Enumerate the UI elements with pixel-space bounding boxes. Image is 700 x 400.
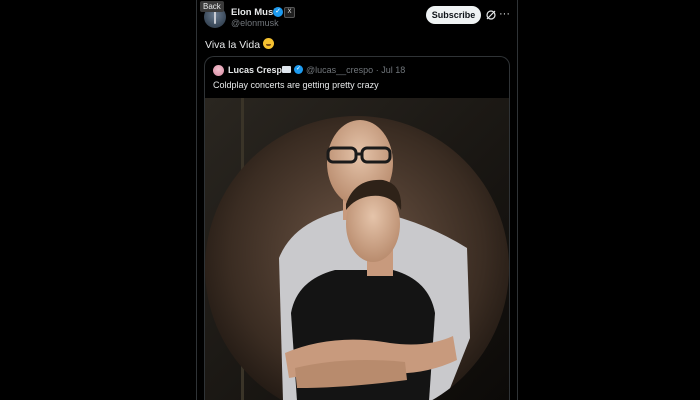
author-handle[interactable]: @elonmusk — [231, 18, 279, 28]
grinning-squinting-face-icon — [263, 38, 275, 49]
more-options-icon[interactable]: ··· — [499, 8, 510, 20]
meta-separator: · — [375, 65, 379, 75]
tweet-text-content: Viva la Vida — [205, 39, 261, 51]
author-name[interactable]: Elon Musk — [231, 7, 279, 18]
subscribe-button[interactable]: Subscribe — [426, 6, 481, 24]
quoted-tweet-card[interactable]: Lucas Crespo ✓ @lucas__crespo · Jul 18 C… — [204, 56, 510, 400]
verified-badge-icon: ✓ — [273, 7, 283, 17]
quoted-text: Coldplay concerts are getting pretty cra… — [213, 80, 379, 90]
grok-icon[interactable] — [485, 9, 497, 21]
quoted-handle[interactable]: @lucas__crespo — [306, 65, 373, 75]
envelope-emoji-icon — [282, 66, 291, 73]
quoted-meta: @lucas__crespo · Jul 18 — [306, 65, 405, 75]
quoted-photo[interactable] — [205, 98, 509, 400]
quoted-verified-badge-icon: ✓ — [294, 65, 303, 74]
tweet-text: Viva la Vida — [205, 38, 275, 51]
quoted-author-name[interactable]: Lucas Crespo — [228, 65, 288, 75]
back-tooltip[interactable]: Back — [200, 1, 224, 12]
x-affiliate-badge-icon[interactable]: X — [284, 7, 295, 18]
quoted-date[interactable]: Jul 18 — [381, 65, 405, 75]
quoted-avatar[interactable] — [213, 65, 224, 76]
